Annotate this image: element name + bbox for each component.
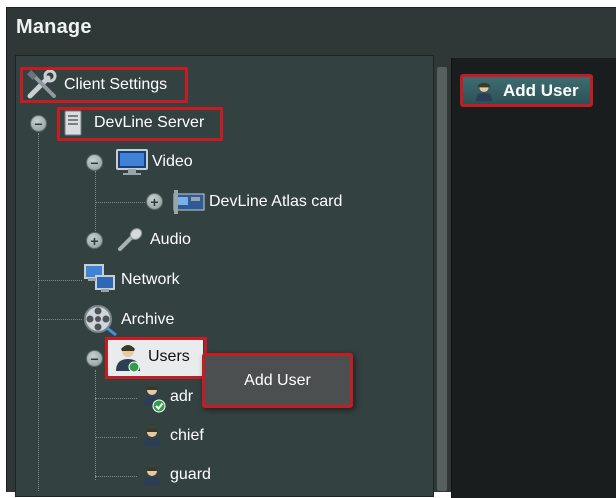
tools-icon: [27, 70, 57, 99]
tree-line: [38, 133, 39, 491]
microphone-icon: [118, 228, 143, 251]
users-group-icon: [116, 345, 140, 373]
tree-item-client-settings[interactable]: Client Settings: [26, 70, 167, 100]
user-icon: [143, 385, 166, 413]
capture-card-icon: [173, 190, 205, 214]
tree-line: [38, 319, 82, 320]
tree-item-label: Video: [152, 153, 193, 170]
collapse-icon[interactable]: −: [86, 154, 103, 171]
tree-item-archive[interactable]: Archive: [83, 304, 174, 336]
tree-item-atlas-card[interactable]: DevLine Atlas card: [173, 188, 342, 216]
tree-item-label: chief: [170, 427, 204, 444]
tree-line: [38, 280, 82, 281]
context-menu-add-user[interactable]: Add User: [202, 353, 353, 408]
tree-item-network[interactable]: Network: [83, 264, 180, 296]
user-icon: [475, 82, 493, 101]
tree-item-label: Audio: [150, 231, 191, 248]
tree-line: [95, 370, 96, 480]
network-icon: [84, 264, 115, 292]
tree-item-users[interactable]: Users: [112, 341, 190, 373]
expand-icon[interactable]: +: [86, 232, 103, 249]
expand-icon[interactable]: +: [146, 193, 163, 210]
tree-item-user-chief[interactable]: chief: [140, 423, 204, 449]
film-reel-icon: [84, 305, 117, 336]
user-icon: [143, 466, 161, 486]
tree-item-audio[interactable]: Audio: [116, 227, 191, 253]
tree-item-label: Users: [148, 348, 190, 365]
tree-line: [95, 202, 147, 203]
tree-item-label: DevLine Atlas card: [209, 193, 343, 210]
tree-line: [95, 437, 137, 438]
tree-item-label: Network: [121, 271, 180, 288]
tree-item-video[interactable]: Video: [116, 148, 193, 176]
add-user-button-label: Add User: [503, 80, 579, 100]
tree-item-label: DevLine Server: [94, 114, 205, 131]
window-title: Manage: [16, 16, 92, 38]
server-icon: [64, 110, 82, 136]
tree-item-label: Archive: [121, 311, 175, 328]
tree-item-label: guard: [170, 466, 211, 483]
tree-item-user-admin[interactable]: adr: [140, 381, 193, 413]
tree-item-label: Client Settings: [64, 76, 168, 93]
tree-line: [95, 476, 137, 477]
tree-item-user-guard[interactable]: guard: [140, 462, 211, 488]
tree-item-devline-server[interactable]: DevLine Server: [62, 110, 204, 136]
details-panel: [451, 58, 616, 498]
tree-line: [95, 171, 96, 241]
add-user-button[interactable]: Add User: [460, 74, 593, 107]
tree-line: [95, 398, 137, 399]
context-menu-item-label: Add User: [244, 371, 311, 389]
collapse-icon[interactable]: −: [86, 350, 103, 367]
monitor-icon: [116, 149, 148, 175]
tree-scrollbar[interactable]: [437, 67, 447, 491]
collapse-icon[interactable]: −: [30, 115, 47, 132]
user-icon: [143, 427, 161, 447]
tree-item-label: adr: [170, 388, 194, 405]
